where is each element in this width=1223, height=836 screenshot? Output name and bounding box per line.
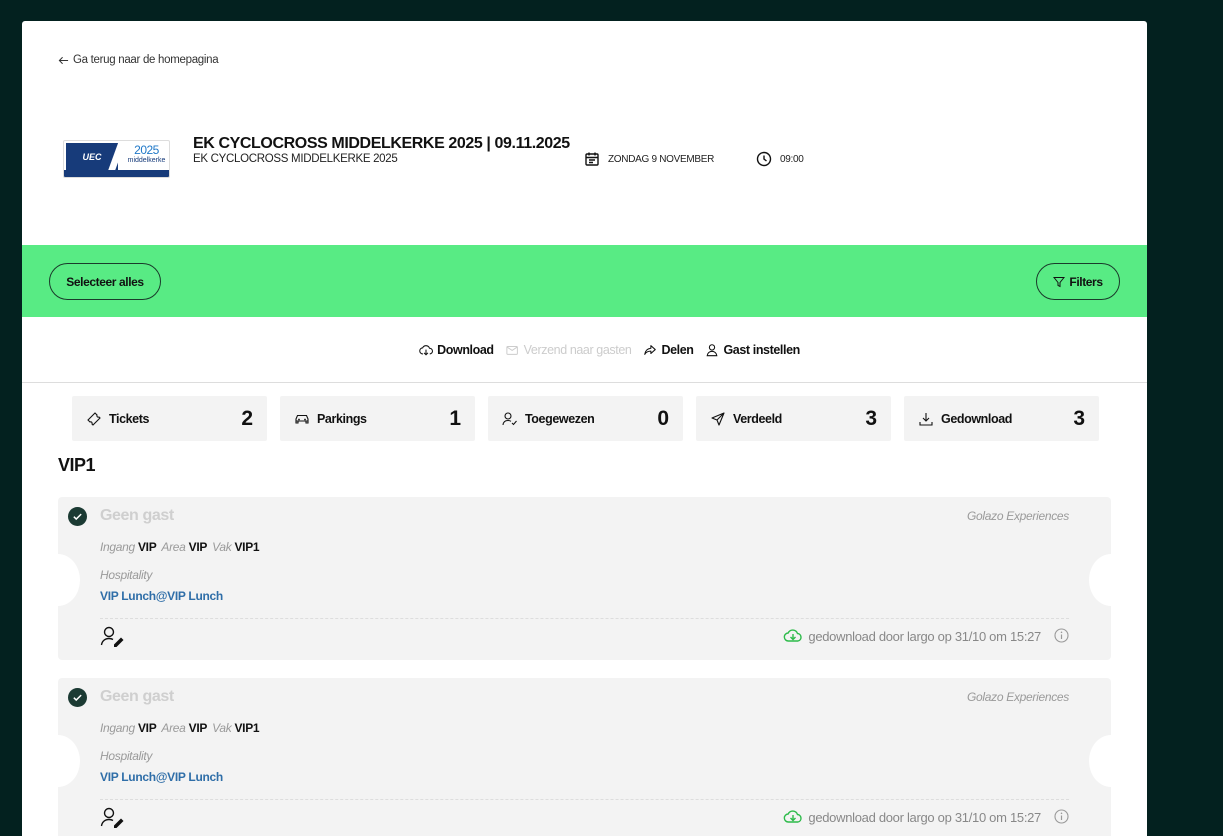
download-icon [919,412,933,426]
ticket-location: Ingang VIP Area VIP Vak VIP1 [100,540,260,554]
event-time-label: 09:00 [780,153,804,165]
selection-toolbar: Selecteer alles Filters [22,245,1147,317]
download-status-text: gedownload door largo op 31/10 om 15:27 [808,628,1041,644]
back-link[interactable]: Ga terug naar de homepagina [58,54,219,66]
info-icon[interactable] [1054,628,1069,643]
event-date: ZONDAG 9 NOVEMBER [584,151,714,167]
user-check-icon [502,411,517,425]
stat-assigned[interactable]: Toegewezen 0 [488,396,683,441]
stat-parkings[interactable]: Parkings 1 [280,396,475,441]
stat-tickets[interactable]: Tickets 2 [72,396,267,441]
download-status: gedownload door largo op 31/10 om 15:27 [783,628,1041,644]
ticket-divider [100,799,1069,800]
stat-label: Verdeeld [733,411,782,426]
event-card: Ga terug naar de homepagina UEC 2025 mid… [22,21,1147,836]
ticket-icon [87,411,101,426]
logo-place: middelkerke [127,157,166,164]
logo-year: 2025 [134,143,159,157]
select-all-button[interactable]: Selecteer alles [49,263,161,300]
organizer: Golazo Experiences [967,690,1069,704]
clock-icon [756,151,772,167]
stat-value: 1 [449,406,461,430]
ticket-checkbox[interactable] [68,507,87,526]
cloud-download-icon [784,629,803,642]
info-icon[interactable] [1054,809,1069,824]
event-time: 09:00 [756,151,804,167]
stat-distributed[interactable]: Verdeeld 3 [696,396,891,441]
guest-name: Geen gast [100,688,174,705]
filter-icon [1053,276,1066,287]
filters-label: Filters [1069,274,1103,289]
stats-row: Tickets 2 Parkings 1 Toegewezen 0 Verdee… [72,396,1099,441]
download-status: gedownload door largo op 31/10 om 15:27 [783,809,1041,825]
edit-guest-icon[interactable] [100,807,126,829]
stat-value: 3 [865,406,877,430]
hospitality-label: Hospitality [100,749,153,763]
hospitality-value[interactable]: VIP Lunch@VIP Lunch [100,770,223,784]
filters-button[interactable]: Filters [1036,263,1120,300]
stat-downloaded[interactable]: Gedownload 3 [904,396,1099,441]
arrow-left-icon [58,56,69,64]
calendar-icon [585,152,599,166]
stat-label: Parkings [317,411,367,426]
ticket-divider [100,618,1069,619]
stat-label: Gedownload [941,411,1013,426]
send-icon [711,411,725,426]
share-button[interactable]: Delen [643,342,694,357]
stat-value: 0 [657,406,669,430]
send-to-guests-button[interactable]: Verzend naar gasten [506,343,632,357]
car-icon [295,414,309,424]
share-label: Delen [661,342,694,357]
download-status-text: gedownload door largo op 31/10 om 15:27 [808,809,1041,825]
download-label: Download [437,342,494,357]
guest-name: Geen gast [100,507,174,524]
stat-value: 3 [1073,406,1085,430]
stat-value: 2 [241,406,253,430]
send-mail-icon [506,345,518,355]
event-date-label: ZONDAG 9 NOVEMBER [608,153,715,165]
event-subtitle: EK CYCLOCROSS MIDDELKERKE 2025 [193,153,398,165]
back-link-label: Ga terug naar de homepagina [73,54,219,66]
set-guest-label: Gast instellen [723,342,800,357]
ticket-location: Ingang VIP Area VIP Vak VIP1 [100,721,260,735]
user-settings-icon [707,343,718,356]
stat-label: Tickets [109,411,150,426]
ticket-checkbox[interactable] [68,688,87,707]
send-to-guests-label: Verzend naar gasten [523,342,632,357]
organizer: Golazo Experiences [967,509,1069,523]
set-guest-button[interactable]: Gast instellen [705,342,800,357]
checkmark-icon [73,694,82,702]
edit-guest-icon[interactable] [100,626,126,648]
section-title: VIP1 [58,455,96,475]
ticket-card[interactable]: Geen gast Golazo Experiences Ingang VIP A… [36,678,1133,836]
cloud-download-icon [784,810,803,823]
cloud-download-icon [419,344,434,356]
hospitality-value[interactable]: VIP Lunch@VIP Lunch [100,589,223,603]
event-logo: UEC 2025 middelkerke [63,140,170,178]
hospitality-label: Hospitality [100,568,153,582]
checkmark-icon [73,513,82,521]
bulk-actions: Download Verzend naar gasten Delen Gast … [22,317,1147,383]
download-button[interactable]: Download [419,343,494,357]
stat-label: Toegewezen [525,411,595,426]
event-title: EK CYCLOCROSS MIDDELKERKE 2025 | 09.11.2… [193,135,570,152]
share-icon [644,344,657,355]
ticket-card[interactable]: Geen gast Golazo Experiences Ingang VIP A… [36,497,1133,660]
